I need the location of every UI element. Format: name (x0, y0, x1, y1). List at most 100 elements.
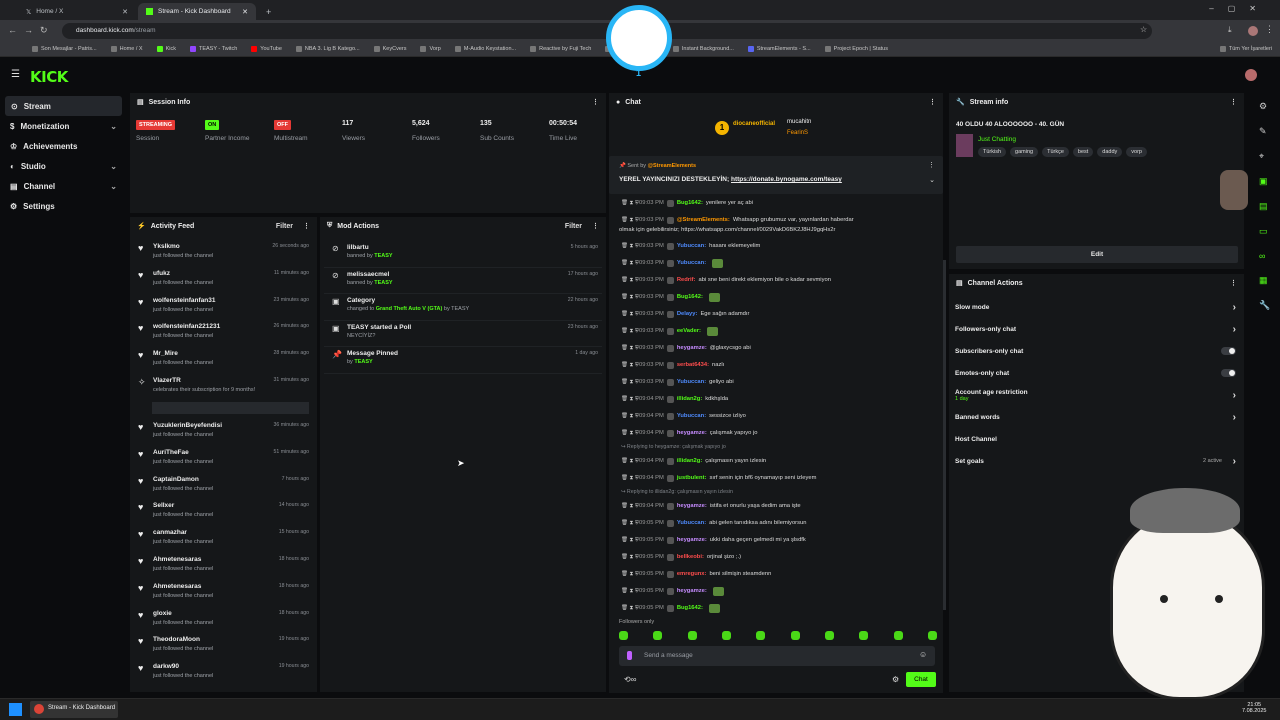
chat-message[interactable]: 🗑 ⧗ ⛨ 09:03 PM Bug1642: (609, 291, 939, 303)
bookmark-item[interactable]: Home / X (110, 46, 143, 52)
chat-message[interactable]: olmak için gelebilirsiniz; https://whats… (609, 224, 939, 236)
pencil-icon[interactable]: ✎ (1259, 126, 1271, 137)
activity-item[interactable]: ♥ wolfensteinfanfan31 just followed the ch… (130, 295, 317, 322)
chat-message[interactable]: 🗑 ⧗ ⛨ 09:05 PM bellkeobi: orjinal şizo ;.) (609, 551, 939, 563)
activity-item[interactable]: ♥ CaptainDamon just followed the channel 7 … (130, 474, 317, 501)
message-actions-icon[interactable]: 🗑 ⧗ ⛨ (621, 503, 639, 510)
chat-username[interactable]: Yubuccan: (677, 413, 706, 419)
more-options-icon[interactable]: ⋮ (592, 222, 599, 230)
message-actions-icon[interactable]: 🗑 ⧗ ⛨ (621, 605, 639, 612)
bookmark-item[interactable]: KeyCvers (373, 46, 406, 52)
more-options-icon[interactable]: ⋮ (592, 98, 599, 106)
message-actions-icon[interactable]: 🗑 ⧗ ⛨ (621, 328, 639, 335)
all-bookmarks[interactable]: Tüm Yer İşaretleri (1219, 46, 1272, 52)
activity-username[interactable]: ufukz (153, 270, 213, 277)
emote-quick-icon[interactable] (893, 631, 903, 640)
activity-item[interactable]: ♥ Ahmetenesaras just followed the channel 1… (130, 581, 317, 608)
chevron-down-icon[interactable]: ⌄ (929, 176, 935, 184)
message-actions-icon[interactable]: 🗑 ⧗ ⛨ (621, 243, 639, 250)
taskbar-clock[interactable]: 21:05 7.08.2025 (1242, 702, 1266, 714)
chat-username[interactable]: Yubuccan: (677, 379, 706, 385)
channel-action-slow-mode[interactable]: Slow mode › (949, 296, 1244, 318)
activity-username[interactable]: wolfensteinfanfan31 (153, 297, 215, 304)
chat-username[interactable]: justbulent: (677, 475, 707, 481)
tools-icon[interactable]: 🔧 (1259, 300, 1271, 311)
profile-avatar[interactable] (1248, 26, 1258, 36)
chat-message[interactable]: 🗑 ⧗ ⛨ 09:04 PM heygamze: çalışmak yapıyo jo (609, 427, 939, 439)
activity-item[interactable]: ♥ canmazhar just followed the channel 15 ho… (130, 527, 317, 554)
channel-action-emotes-only-chat[interactable]: Emotes-only chat (949, 362, 1244, 384)
chat-username[interactable]: Yubuccan: (677, 243, 706, 249)
activity-username[interactable]: Ahmetenesaras (153, 556, 213, 563)
sidebar-item-achievements[interactable]: ♔ Achievements (0, 136, 127, 156)
chat-username[interactable]: illidan2g: (677, 396, 702, 402)
activity-username[interactable]: Sellxer (153, 502, 213, 509)
chat-message[interactable]: 🗑 ⧗ ⛨ 09:03 PM Delayy: Ege sağın adamdır (609, 308, 939, 320)
bookmark-item[interactable]: Vorp (420, 46, 441, 52)
message-icon[interactable]: ▭ (1259, 226, 1271, 237)
chat-message[interactable]: 🗑 ⧗ ⛨ 09:03 PM Bug1642: yenilere yer aç abi (609, 197, 939, 209)
bookmark-item[interactable]: NBA 3. Lig B Katego... (295, 46, 360, 52)
message-actions-icon[interactable]: 🗑 ⧗ ⛨ (621, 537, 639, 544)
download-icon[interactable]: ⤓ (1228, 25, 1232, 35)
bookmark-item[interactable]: YouTube (251, 46, 282, 52)
user-avatar[interactable] (1245, 69, 1257, 81)
toggle-switch[interactable] (1221, 369, 1236, 377)
emote-quick-icon[interactable] (619, 631, 628, 640)
target-icon[interactable]: ⌖ (1259, 151, 1271, 162)
sidebar-item-settings[interactable]: ⚙ Settings (0, 196, 127, 216)
activity-username[interactable]: CaptainDamon (153, 476, 213, 483)
top-gifter-name[interactable]: mucahitn (787, 119, 811, 125)
activity-item[interactable]: ♥ Ykslkmo just followed the channel 26 seco… (130, 241, 317, 268)
chat-message[interactable]: 🗑 ⧗ ⛨ 09:03 PM eeVader: (609, 325, 939, 337)
message-actions-icon[interactable]: 🗑 ⧗ ⛨ (621, 345, 639, 352)
bookmark-item[interactable]: Reactive by Fuji Tech (530, 46, 591, 52)
filter-button[interactable]: Filter (276, 223, 293, 230)
sidebar-item-monetization[interactable]: $ Monetization ⌄ (0, 116, 127, 136)
chat-username[interactable]: eeVader: (677, 328, 701, 334)
new-tab-button[interactable]: + (258, 3, 274, 20)
emote-quick-icon[interactable] (756, 631, 766, 640)
chat-message[interactable]: 🗑 ⧗ ⛨ 09:05 PM Yubuccan: abi gelen tanıdıks… (609, 517, 939, 529)
channel-action-account-age-restriction[interactable]: Account age restriction 1 day › (949, 384, 1244, 406)
hamburger-menu-icon[interactable]: ☰ (11, 69, 20, 80)
message-actions-icon[interactable]: 🗑 ⧗ ⛨ (621, 588, 639, 595)
activity-item[interactable]: ♥ darkw90 just followed the channel 19 hour… (130, 661, 317, 688)
bot-settings-icon[interactable]: ⟲∞ (624, 675, 636, 684)
chat-username[interactable]: emregunx: (677, 571, 707, 577)
chat-message[interactable]: 🗑 ⧗ ⛨ 09:04 PM heygamze: istifa et onurlu y… (609, 500, 939, 512)
activity-username[interactable]: Ykslkmo (153, 243, 213, 250)
bookmark-item[interactable]: StreamElements - S... (747, 46, 811, 52)
chat-username[interactable]: heygamze: (677, 503, 707, 509)
tab-home-x[interactable]: 𝕏 Home / X ✕ (18, 3, 136, 20)
message-actions-icon[interactable]: 🗑 ⧗ ⛨ (621, 413, 639, 420)
store-icon[interactable]: ▦ (1259, 275, 1271, 286)
emoji-icon[interactable]: ☺ (919, 650, 927, 659)
message-actions-icon[interactable]: 🗑 ⧗ ⛨ (621, 294, 639, 301)
bookmark-item[interactable]: Instant Background... (672, 46, 734, 52)
close-tab-icon[interactable]: ✕ (242, 8, 248, 16)
doc-icon[interactable]: ▤ (1259, 201, 1271, 212)
chat-username[interactable]: bellkeobi: (677, 554, 704, 560)
chat-message[interactable]: 🗑 ⧗ ⛨ 09:03 PM heygamze: @glaxycsgo abi (609, 342, 939, 354)
window-controls[interactable]: –▢✕ (1209, 4, 1270, 13)
windows-start-icon[interactable] (9, 703, 22, 716)
close-tab-icon[interactable]: ✕ (122, 8, 128, 16)
mic-icon[interactable] (627, 651, 632, 660)
sidebar-item-stream[interactable]: ⊙ Stream (5, 96, 122, 116)
top-gifter-name[interactable]: FearinS (787, 130, 808, 136)
emote-quick-icon[interactable] (687, 631, 697, 640)
bookmark-item[interactable]: Son Mesajlar - Patris... (32, 46, 97, 52)
donate-link[interactable]: https://donate.bynogame.com/teasy (731, 176, 842, 183)
message-actions-icon[interactable]: 🗑 ⧗ ⛨ (621, 311, 639, 318)
activity-item[interactable]: ♥ ufukz just followed the channel 11 minute… (130, 268, 317, 295)
chat-username[interactable]: illidan2g: (677, 458, 702, 464)
bookmark-item[interactable]: Kick (156, 46, 176, 52)
activity-username[interactable]: Mr_Mire (153, 350, 213, 357)
stream-tag[interactable]: daddy (1097, 147, 1123, 157)
emote-quick-icon[interactable] (927, 631, 937, 640)
activity-username[interactable]: TheodoraMoon (153, 636, 213, 643)
activity-item[interactable]: ♥ Ahmetenesaras just followed the channel 1… (130, 554, 317, 581)
message-actions-icon[interactable]: 🗑 ⧗ ⛨ (621, 260, 639, 267)
settings-cog-icon[interactable]: ⚙ (1259, 101, 1271, 112)
